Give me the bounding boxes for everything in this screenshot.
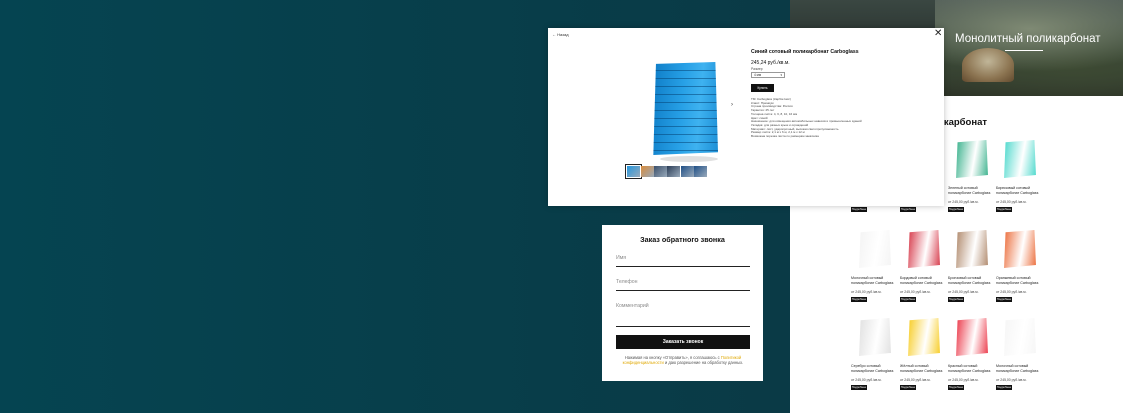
product-card-button[interactable]: Подробнее — [900, 207, 916, 212]
product-card-image — [1004, 140, 1036, 178]
phone-field[interactable]: Телефон — [616, 279, 750, 291]
hero-underline — [1005, 50, 1043, 51]
product-card-image — [859, 230, 891, 268]
size-select-value: 4 мм — [754, 73, 762, 77]
panel-stripe — [653, 110, 718, 111]
product-card-image — [908, 318, 940, 356]
panel-stripe — [653, 102, 718, 103]
product-card-button[interactable]: Подробнее — [996, 207, 1012, 212]
name-field[interactable]: Имя — [616, 255, 750, 267]
product-thumbnail[interactable] — [654, 166, 667, 177]
panel-stripe — [653, 70, 718, 71]
hero-title: Монолитный поликарбонат — [955, 33, 1101, 45]
product-card-name: Молочный сотовый поликарбонат Carboglass — [996, 364, 1039, 373]
consent-text-after: и даю разрешение на обработку данных. — [663, 360, 744, 366]
product-card-price: от 245,00 руб./кв.м. — [948, 290, 979, 294]
product-card-image — [1004, 230, 1036, 268]
product-card-image — [859, 318, 891, 356]
product-card-price: от 245,00 руб./кв.м. — [900, 290, 931, 294]
consent-text: Нажимая на кнопку «Отправить», я соглаша… — [616, 355, 750, 366]
next-image-arrow-icon[interactable]: › — [731, 102, 733, 108]
panel-stripe — [653, 94, 718, 95]
product-card-name: Жёлтый сотовый поликарбонат Carboglass — [900, 364, 943, 373]
product-card[interactable]: Оранжевый сотовый поликарбонат Carboglas… — [996, 230, 1046, 310]
product-modal: ← Назад ✕ › Синий сотовый поликарбонат C… — [548, 28, 944, 206]
product-card-button[interactable]: Подробнее — [948, 385, 964, 390]
comment-placeholder: Комментарий — [616, 303, 649, 309]
product-card[interactable]: Красный сотовый поликарбонат Carboglass о… — [948, 318, 998, 398]
product-card-button[interactable]: Подробнее — [851, 297, 867, 302]
product-card-name: Бронзовый сотовый поликарбонат Carboglas… — [948, 276, 991, 285]
product-card[interactable]: Серебро сотовый поликарбонат Carboglass о… — [851, 318, 901, 398]
section-title: икарбонат — [938, 117, 988, 128]
product-image-shadow — [660, 156, 718, 162]
product-card-price: от 245,00 руб./кв.м. — [948, 200, 979, 204]
product-card-price: от 245,00 руб./кв.м. — [948, 378, 979, 382]
product-card-price: от 245,00 руб./кв.м. — [851, 378, 882, 382]
size-select[interactable]: 4 мм ▾ — [751, 72, 785, 78]
product-card-button[interactable]: Подробнее — [948, 297, 964, 302]
back-link[interactable]: ← Назад — [552, 32, 569, 37]
name-placeholder: Имя — [616, 255, 627, 261]
product-card-name: Оранжевый сотовый поликарбонат Carboglas… — [996, 276, 1039, 285]
product-price: 245,24 руб./кв.м. — [751, 60, 790, 66]
product-card-image — [956, 230, 988, 268]
panel-stripe — [653, 126, 718, 127]
submit-button[interactable]: Заказать звонок — [616, 335, 750, 349]
product-card-button[interactable]: Подробнее — [851, 207, 867, 212]
product-main-image — [653, 62, 718, 155]
product-card-price: от 245,00 руб./кв.м. — [996, 378, 1027, 382]
product-card-price: от 245,00 руб./кв.м. — [851, 290, 882, 294]
buy-button[interactable]: Купить — [751, 84, 774, 92]
product-card-price: от 245,00 руб./кв.м. — [900, 378, 931, 382]
product-card-name: Бирюзовый сотовый поликарбонат Carboglas… — [996, 186, 1039, 195]
product-card[interactable]: Бронзовый сотовый поликарбонат Carboglas… — [948, 230, 998, 310]
product-card-price: от 245,00 руб./кв.м. — [996, 290, 1027, 294]
product-card-button[interactable]: Подробнее — [996, 297, 1012, 302]
panel-stripe — [653, 150, 718, 151]
product-thumbnail[interactable] — [681, 166, 694, 177]
product-card-button[interactable]: Подробнее — [900, 385, 916, 390]
size-label: Размер — [751, 67, 763, 71]
product-card-name: Молочный сотовый поликарбонат Carboglass — [851, 276, 894, 285]
panel-stripe — [653, 86, 718, 87]
product-card-image — [956, 318, 988, 356]
product-card[interactable]: Молочный сотовый поликарбонат Carboglass… — [996, 318, 1046, 398]
product-thumbnail[interactable] — [625, 164, 642, 179]
panel-stripe — [653, 118, 718, 119]
product-card[interactable]: Зеленый сотовый поликарбонат Carboglass о… — [948, 140, 998, 220]
product-card[interactable]: Жёлтый сотовый поликарбонат Carboglass от… — [900, 318, 950, 398]
product-card-button[interactable]: Подробнее — [996, 385, 1012, 390]
consent-text-before: Нажимая на кнопку «Отправить», я соглаша… — [624, 355, 721, 360]
product-thumbnail[interactable] — [667, 166, 680, 177]
product-card-button[interactable]: Подробнее — [948, 207, 964, 212]
chevron-down-icon: ▾ — [780, 73, 782, 77]
product-card-name: Бордовый сотовый поликарбонат Carboglass — [900, 276, 943, 285]
product-title: Синий сотовый поликарбонат Carboglass — [751, 49, 859, 55]
phone-placeholder: Телефон — [616, 279, 638, 285]
close-icon[interactable]: ✕ — [934, 29, 942, 39]
panel-stripe — [653, 78, 718, 79]
panel-stripe — [653, 142, 718, 143]
product-card-button[interactable]: Подробнее — [851, 385, 867, 390]
product-card[interactable]: Молочный сотовый поликарбонат Carboglass… — [851, 230, 901, 310]
hero-dome-image — [962, 48, 1014, 82]
product-card-image — [1004, 318, 1036, 356]
product-card-image — [908, 230, 940, 268]
spec-line: Возможна порезка листа по размерам заказ… — [751, 134, 819, 138]
product-card-name: Красный сотовый поликарбонат Carboglass — [948, 364, 991, 373]
product-card-image — [956, 140, 988, 178]
comment-field[interactable]: Комментарий — [616, 303, 750, 327]
panel-stripe — [653, 134, 718, 135]
product-card[interactable]: Бирюзовый сотовый поликарбонат Carboglas… — [996, 140, 1046, 220]
product-card-name: Зеленый сотовый поликарбонат Carboglass — [948, 186, 991, 195]
form-title: Заказ обратного звонка — [640, 235, 725, 244]
product-card-name: Серебро сотовый поликарбонат Carboglass — [851, 364, 894, 373]
product-thumbnail[interactable] — [641, 166, 654, 177]
product-card-price: от 245,00 руб./кв.м. — [996, 200, 1027, 204]
product-card[interactable]: Бордовый сотовый поликарбонат Carboglass… — [900, 230, 950, 310]
callback-form: Заказ обратного звонка Имя Телефон Комме… — [602, 225, 763, 381]
product-thumbnail[interactable] — [694, 166, 707, 177]
product-card-button[interactable]: Подробнее — [900, 297, 916, 302]
